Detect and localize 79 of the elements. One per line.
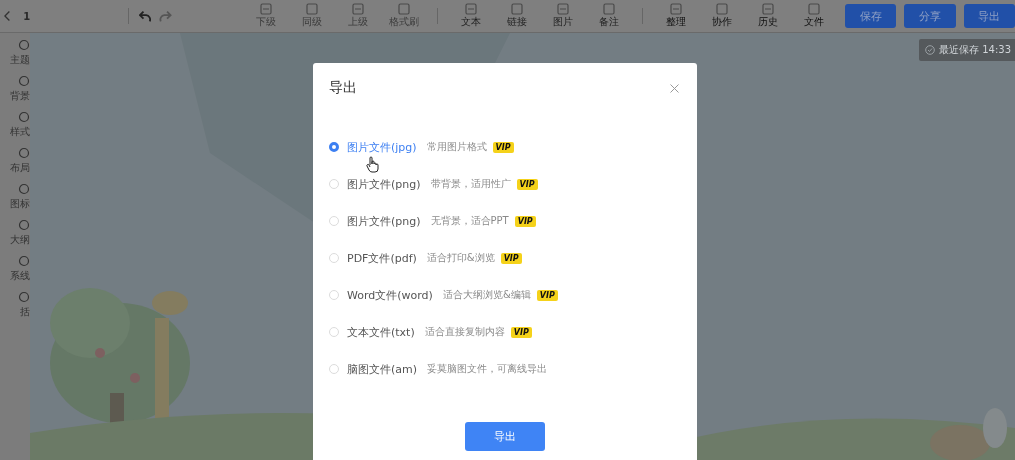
option-description: 常用图片格式 [426,140,487,154]
toolbar-button[interactable]: 历史 [750,3,785,29]
export-option[interactable]: 图片文件(png) 带背景，适用性广 VIP [329,175,681,193]
tool-icon [714,3,729,15]
toolbar-button[interactable]: 图片 [546,3,581,29]
panel-icon [18,147,30,159]
panel-icon [18,219,30,231]
sidebar-item[interactable]: 大纲 [0,219,30,247]
vip-tag: VIP [516,178,538,190]
tool-icon [602,3,617,15]
sidebar-item[interactable]: 图标 [0,183,30,211]
tool-icon [259,3,274,15]
vip-tag: VIP [510,326,532,338]
toolbar-button[interactable]: 下级 [249,3,284,29]
vip-tag: VIP [500,252,522,264]
tool-icon [351,3,366,15]
header-button[interactable]: 分享 [904,4,956,28]
sidebar-item[interactable]: 背景 [0,75,30,103]
export-button[interactable]: 导出 [465,422,545,451]
undo-icon[interactable] [138,9,152,23]
hand-cursor-icon [366,156,379,173]
panel-icon [18,291,30,303]
vip-tag: VIP [514,215,536,227]
radio-button[interactable] [329,142,339,152]
tool-icon [556,3,571,15]
toolbar-button[interactable]: 协作 [704,3,739,29]
panel-icon [18,111,30,123]
dialog-title: 导出 [329,79,357,97]
option-label: 图片文件(jpg) [347,139,417,155]
toolbar-button[interactable]: 链接 [500,3,535,29]
header-button[interactable]: 保存 [844,4,897,28]
option-label: PDF文件(pdf) [347,250,417,266]
option-label: 文本文件(txt) [347,324,415,340]
option-label: Word文件(word) [347,287,433,303]
option-label: 脑图文件(am) [347,361,418,377]
tool-icon [760,3,775,15]
page-number: 1 [23,10,31,22]
option-description: 带背景，适用性广 [430,177,511,191]
redo-icon[interactable] [159,9,172,23]
panel-icon [18,183,30,195]
option-label: 图片文件(png) [347,213,421,229]
tool-icon [464,3,479,15]
check-icon [925,45,935,55]
sidebar-item[interactable]: 布局 [0,147,30,175]
export-option[interactable]: 文本文件(txt) 适合直接复制内容 VIP [329,323,681,341]
toolbar-button[interactable]: 备注 [592,3,627,29]
option-description: 适合直接复制内容 [424,325,505,339]
tool-icon [806,3,821,15]
export-option[interactable]: 脑图文件(am) 妥莫脑图文件，可离线导出 [329,360,681,378]
option-description: 无背景，适合PPT [430,214,509,228]
sidebar-item[interactable]: 主题 [0,39,30,67]
export-option[interactable]: PDF文件(pdf) 适合打印&浏览 VIP [329,249,681,267]
close-icon[interactable] [670,83,679,93]
tool-icon [668,3,683,15]
option-description: 妥莫脑图文件，可离线导出 [427,362,548,376]
tool-icon [305,3,320,15]
export-option[interactable]: 图片文件(jpg) 常用图片格式 VIP [329,138,681,156]
vip-tag: VIP [536,289,558,301]
toolbar-button[interactable]: 整理 [658,3,693,29]
option-description: 适合打印&浏览 [426,251,495,265]
header-button[interactable]: 导出 [963,4,1015,28]
tool-icon [510,3,525,15]
toolbar-button[interactable]: 文件 [796,3,831,29]
panel-icon [18,39,30,51]
option-label: 图片文件(png) [347,176,421,192]
toolbar-button[interactable]: 文本 [454,3,489,29]
sidebar-item[interactable]: 系线 [0,255,30,283]
tool-icon [397,3,412,15]
vip-tag: VIP [492,141,514,153]
export-option[interactable]: 图片文件(png) 无背景，适合PPT VIP [329,212,681,230]
sidebar-item[interactable]: 样式 [0,111,30,139]
export-option[interactable]: Word文件(word) 适合大纲浏览&编辑 VIP [329,286,681,304]
back-icon[interactable] [4,10,12,22]
sidebar-item[interactable]: 括 [0,291,30,319]
panel-icon [18,75,30,87]
save-status-text: 最近保存 14:33 [939,43,1011,57]
toolbar-button[interactable]: 同级 [295,3,330,29]
option-description: 适合大纲浏览&编辑 [442,288,531,302]
panel-icon [18,255,30,267]
